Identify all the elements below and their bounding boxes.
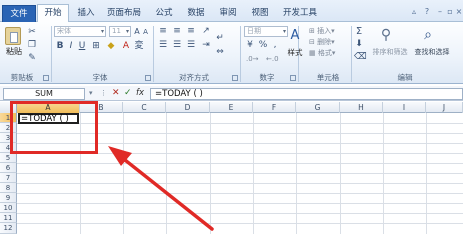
annotation-arrow <box>108 146 214 231</box>
